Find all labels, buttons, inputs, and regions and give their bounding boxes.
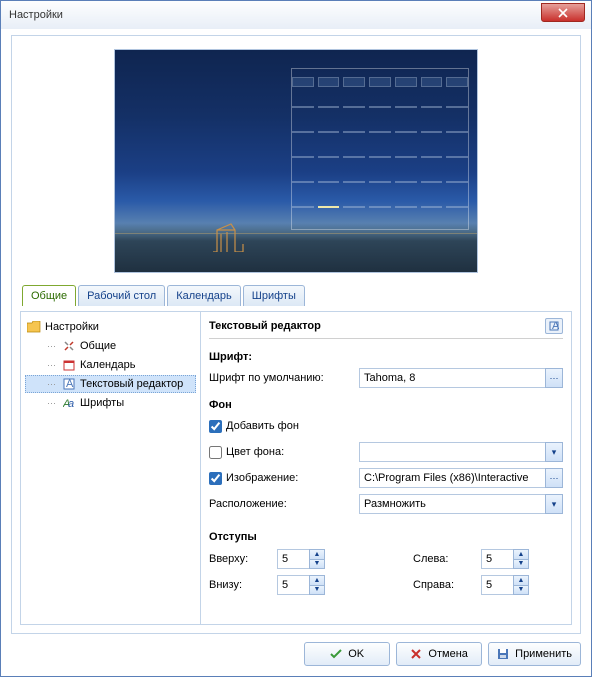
tree-root[interactable]: Настройки: [25, 318, 196, 336]
tab-strip: Общие Рабочий стол Календарь Шрифты: [20, 284, 572, 305]
bg-color-dropdown-button[interactable]: ▾: [545, 442, 563, 462]
margins-grid: Вверху: ▲▼ Слева: ▲▼ Внизу:: [209, 549, 563, 595]
margin-right-input[interactable]: [481, 575, 513, 595]
bg-color-swatch[interactable]: [359, 442, 545, 462]
margins-section-header: Отступы: [209, 531, 563, 543]
add-background-label: Добавить фон: [226, 420, 299, 432]
tree-item-calendar[interactable]: ⋯ Календарь: [25, 356, 196, 374]
margin-bottom-input[interactable]: [277, 575, 309, 595]
window-body: Общие Рабочий стол Календарь Шрифты Наст…: [1, 29, 591, 676]
apply-button[interactable]: Применить: [488, 642, 581, 666]
titlebar[interactable]: Настройки: [1, 1, 591, 29]
margin-left-input[interactable]: [481, 549, 513, 569]
preview-area: [20, 44, 572, 278]
tools-icon: [62, 339, 76, 353]
margin-top-label: Вверху:: [209, 553, 269, 565]
margin-right-spinner[interactable]: ▲▼: [481, 575, 541, 595]
ok-button[interactable]: OK: [304, 642, 390, 666]
wallpaper-preview: [114, 49, 478, 273]
margin-right-label: Справа:: [413, 579, 473, 591]
bg-image-row[interactable]: Изображение:: [209, 472, 355, 485]
tab-desktop[interactable]: Рабочий стол: [78, 285, 165, 306]
tree-item-general[interactable]: ⋯ Общие: [25, 337, 196, 355]
ok-label: OK: [348, 648, 364, 660]
folder-icon: [27, 320, 41, 334]
margin-left-label: Слева:: [413, 553, 473, 565]
calendar-grid-overlay: [291, 68, 469, 230]
text-editor-icon: A: [62, 377, 76, 391]
margin-bottom-spinner[interactable]: ▲▼: [277, 575, 337, 595]
form-title-button[interactable]: A: [545, 318, 563, 334]
form-title: Текстовый редактор: [209, 320, 321, 332]
tree-label: Общие: [80, 340, 116, 352]
settings-tree: Настройки ⋯ Общие ⋯ Календ: [21, 312, 201, 624]
add-background-row[interactable]: Добавить фон: [209, 420, 355, 433]
tree-item-fonts[interactable]: ⋯ Aa Шрифты: [25, 394, 196, 412]
bg-color-row[interactable]: Цвет фона:: [209, 446, 355, 459]
cross-icon: [410, 648, 422, 660]
spin-up-icon[interactable]: ▲: [514, 550, 528, 560]
tab-general[interactable]: Общие: [22, 285, 76, 306]
save-icon: [497, 648, 509, 660]
calendar-icon: [62, 358, 76, 372]
cancel-label: Отмена: [428, 648, 467, 660]
apply-label: Применить: [515, 648, 572, 660]
dialog-footer: OK Отмена Применить: [11, 640, 581, 666]
settings-split: Настройки ⋯ Общие ⋯ Календ: [20, 311, 572, 625]
tree-label: Календарь: [80, 359, 136, 371]
font-picker-button[interactable]: ⋯: [545, 368, 563, 388]
spin-down-icon[interactable]: ▼: [310, 586, 324, 595]
check-icon: [330, 648, 342, 660]
window-title: Настройки: [9, 9, 63, 21]
tree-root-label: Настройки: [45, 321, 99, 333]
spin-down-icon[interactable]: ▼: [514, 586, 528, 595]
structure-silhouette: [213, 222, 249, 252]
font-section-header: Шрифт:: [209, 351, 563, 363]
tab-calendar[interactable]: Календарь: [167, 285, 241, 306]
bg-color-label: Цвет фона:: [226, 446, 284, 458]
form-panel: Текстовый редактор A Шрифт: Шрифт по умо…: [201, 312, 571, 624]
spin-up-icon[interactable]: ▲: [310, 550, 324, 560]
content-panel: Общие Рабочий стол Календарь Шрифты Наст…: [11, 35, 581, 634]
svg-text:A: A: [552, 321, 559, 331]
bg-image-browse-button[interactable]: ⋯: [545, 468, 563, 488]
tab-fonts[interactable]: Шрифты: [243, 285, 305, 306]
spin-up-icon[interactable]: ▲: [310, 576, 324, 586]
spin-down-icon[interactable]: ▼: [514, 560, 528, 569]
layout-dropdown-button[interactable]: ▾: [545, 494, 563, 514]
cancel-button[interactable]: Отмена: [396, 642, 482, 666]
settings-window: Настройки: [0, 0, 592, 677]
tree-label: Шрифты: [80, 397, 124, 409]
fonts-icon: Aa: [62, 396, 76, 410]
tree-label: Текстовый редактор: [80, 378, 183, 390]
layout-label: Расположение:: [209, 498, 355, 510]
bg-image-label: Изображение:: [226, 472, 298, 484]
bg-image-checkbox[interactable]: [209, 472, 222, 485]
spin-down-icon[interactable]: ▼: [310, 560, 324, 569]
layout-value[interactable]: Размножить: [359, 494, 545, 514]
bg-color-checkbox[interactable]: [209, 446, 222, 459]
margin-top-input[interactable]: [277, 549, 309, 569]
margin-left-spinner[interactable]: ▲▼: [481, 549, 541, 569]
tree-item-text-editor[interactable]: ⋯ A Текстовый редактор: [25, 375, 196, 393]
close-button[interactable]: [541, 3, 585, 22]
bg-image-path[interactable]: C:\Program Files (x86)\Interactive: [359, 468, 545, 488]
svg-text:A: A: [66, 378, 74, 390]
margin-bottom-label: Внизу:: [209, 579, 269, 591]
default-font-value[interactable]: Tahoma, 8: [359, 368, 545, 388]
bg-section-header: Фон: [209, 399, 563, 411]
svg-text:a: a: [68, 398, 74, 409]
default-font-label: Шрифт по умолчанию:: [209, 372, 355, 384]
add-background-checkbox[interactable]: [209, 420, 222, 433]
margin-top-spinner[interactable]: ▲▼: [277, 549, 337, 569]
spin-up-icon[interactable]: ▲: [514, 576, 528, 586]
